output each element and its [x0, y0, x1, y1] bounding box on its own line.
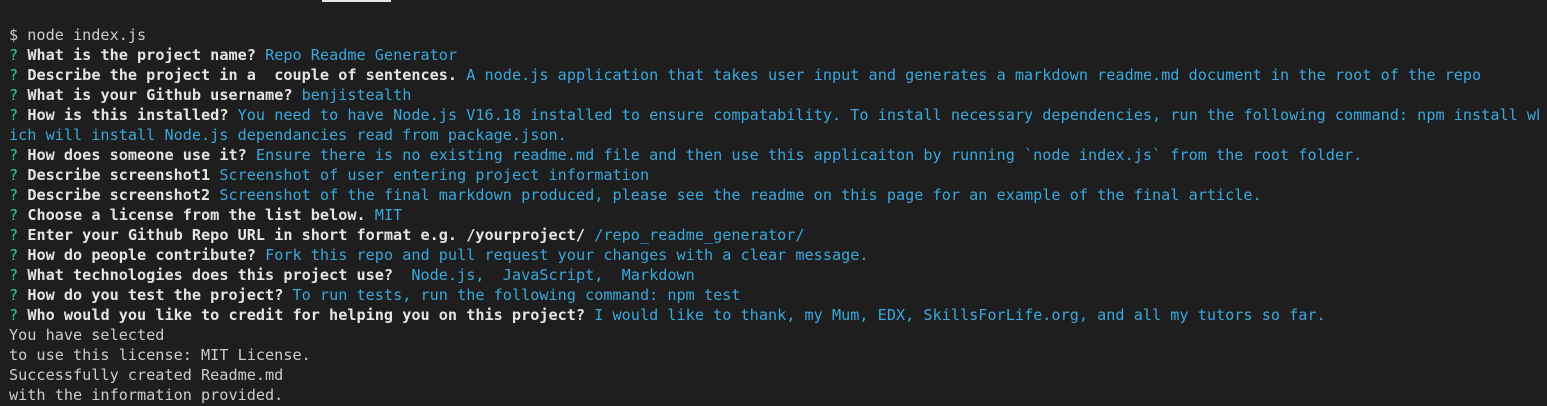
prompt-line: ? Describe the project in a couple of se…	[9, 65, 1539, 85]
prompt-label: Enter your Github Repo URL in short form…	[27, 226, 586, 244]
command-line: $ node index.js	[9, 25, 1539, 45]
prompt-answer: benjistealth	[301, 86, 412, 104]
prompt-line: ? How is this installed? You need to hav…	[9, 105, 1539, 125]
prompt-label: Choose a license from the list below.	[27, 206, 366, 224]
prompt-answer: Repo Readme Generator	[265, 46, 458, 64]
command-text: $ node index.js	[9, 26, 147, 44]
prompt-label: What technologies does this project use?	[27, 266, 394, 284]
question-mark-icon: ?	[9, 146, 19, 164]
question-mark-icon: ?	[9, 166, 19, 184]
prompt-answer-wrap: ich will install Node.js dependancies re…	[9, 126, 567, 144]
output-line: Successfully created Readme.md	[9, 366, 284, 384]
question-mark-icon: ?	[9, 246, 19, 264]
prompt-label: What is the project name?	[27, 46, 256, 64]
question-mark-icon: ?	[9, 86, 19, 104]
prompt-answer: You need to have Node.js V16.18 installe…	[237, 106, 1539, 124]
prompt-label: Who would you like to credit for helping…	[27, 306, 586, 324]
question-mark-icon: ?	[9, 46, 19, 64]
terminal-window: { "command": "$ node index.js", "qmark":…	[0, 0, 1547, 406]
prompt-line: ? How do you test the project? To run te…	[9, 285, 1539, 305]
prompt-label: Describe the project in a couple of sent…	[27, 66, 458, 84]
question-mark-icon: ?	[9, 66, 19, 84]
prompt-label: What is your Github username?	[27, 86, 293, 104]
prompt-answer: Node.js, JavaScript, Markdown	[402, 266, 695, 284]
prompt-line: ? What is the project name? Repo Readme …	[9, 45, 1539, 65]
prompt-line: ? Choose a license from the list below. …	[9, 205, 1539, 225]
prompt-line: ? Enter your Github Repo URL in short fo…	[9, 225, 1539, 245]
question-mark-icon: ?	[9, 226, 19, 244]
prompt-label: How does someone use it?	[27, 146, 247, 164]
prompt-answer: Screenshot of the final markdown produce…	[219, 186, 1262, 204]
question-mark-icon: ?	[9, 306, 19, 324]
output-line: to use this license: MIT License.	[9, 346, 311, 364]
prompt-line: ? How does someone use it? Ensure there …	[9, 145, 1539, 165]
prompt-line: ? Who would you like to credit for helpi…	[9, 305, 1539, 325]
prompt-answer: MIT	[374, 206, 403, 224]
question-mark-icon: ?	[9, 106, 19, 124]
question-mark-icon: ?	[9, 286, 19, 304]
prompt-label: How is this installed?	[27, 106, 229, 124]
question-mark-icon: ?	[9, 206, 19, 224]
prompt-label: Describe screenshot2	[27, 186, 211, 204]
prompt-line: ? Describe screenshot1 Screenshot of use…	[9, 165, 1539, 185]
prompt-answer: To run tests, run the following command:…	[292, 286, 741, 304]
prompt-answer: /repo_readme_generator/	[594, 226, 805, 244]
prompt-label: How do people contribute?	[27, 246, 256, 264]
prompt-line: ? How do people contribute? Fork this re…	[9, 245, 1539, 265]
prompt-answer: A node.js application that takes user in…	[466, 66, 1482, 84]
prompt-line: ? What technologies does this project us…	[9, 265, 1539, 285]
prompt-line: ? Describe screenshot2 Screenshot of the…	[9, 185, 1539, 205]
prompt-answer-continuation: ich will install Node.js dependancies re…	[9, 125, 1539, 145]
prompt-answer: Fork this repo and pull request your cha…	[265, 246, 869, 264]
prompt-answer: Screenshot of user entering project info…	[219, 166, 650, 184]
question-mark-icon: ?	[9, 186, 19, 204]
prompt-label: How do you test the project?	[27, 286, 284, 304]
output-line: with the information provided.	[9, 386, 284, 404]
terminal-output: $ node index.js ? What is the project na…	[9, 25, 1539, 405]
prompt-answer: I would like to thank, my Mum, EDX, Skil…	[594, 306, 1326, 324]
output-line: You have selected	[9, 326, 165, 344]
question-mark-icon: ?	[9, 266, 19, 284]
prompt-label: Describe screenshot1	[27, 166, 211, 184]
active-tab-indicator	[322, 0, 391, 2]
prompt-answer: Ensure there is no existing readme.md fi…	[255, 146, 1363, 164]
prompt-line: ? What is your Github username? benjiste…	[9, 85, 1539, 105]
